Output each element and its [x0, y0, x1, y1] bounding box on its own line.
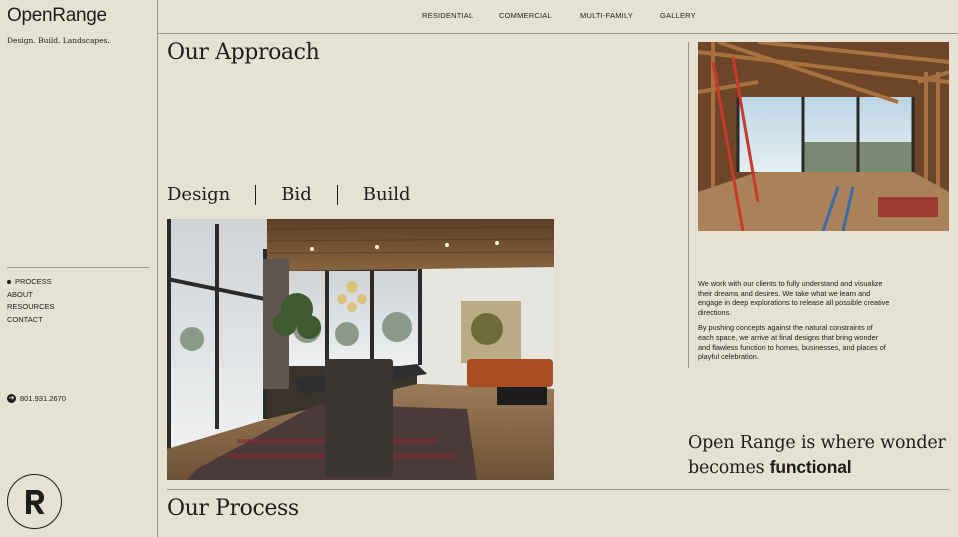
process-steps: Design Bid Build	[167, 184, 411, 205]
column-divider	[688, 42, 689, 368]
step-divider	[336, 184, 338, 205]
sidebar-item-label: ABOUT	[7, 289, 33, 299]
brand-statement-emphasis: functional	[769, 457, 852, 477]
r-monogram-badge[interactable]	[7, 474, 62, 529]
step-divider	[255, 184, 257, 205]
sidebar-item-label: CONTACT	[7, 314, 43, 324]
sidebar-item-resources[interactable]: RESOURCES	[7, 301, 55, 314]
arrow-right-circle-icon: ➜	[7, 394, 16, 403]
sidebar-divider	[7, 267, 149, 268]
approach-paragraph-1: We work with our clients to fully unders…	[698, 279, 890, 317]
sidebar-item-about[interactable]: ABOUT	[7, 289, 55, 302]
brand-statement-line-1: Open Range is where wonder	[688, 433, 946, 453]
step-build: Build	[362, 184, 411, 205]
section-title: Our Approach	[167, 40, 320, 65]
framing-construction-photo	[698, 42, 949, 231]
approach-description: We work with our clients to fully unders…	[698, 279, 890, 368]
nav-residential[interactable]: RESIDENTIAL	[422, 11, 473, 20]
brand-logo[interactable]: OpenRange	[7, 5, 107, 27]
next-section-title: Our Process	[167, 496, 299, 521]
brand-tagline: Design. Build. Landscapes.	[7, 36, 110, 45]
sidebar-item-label: PROCESS	[15, 277, 52, 286]
dining-room-photo	[167, 219, 554, 480]
brand-statement-line-2: becomes functional	[688, 455, 946, 480]
dot-icon	[7, 280, 11, 285]
sidebar: OpenRange Design. Build. Landscapes. PRO…	[0, 0, 158, 537]
step-bid: Bid	[281, 184, 312, 205]
r-monogram-icon	[25, 489, 44, 514]
nav-multi-family[interactable]: MULTI-FAMILY	[580, 11, 633, 20]
phone-number: 801.931.2670	[20, 394, 66, 403]
sidebar-item-process[interactable]: PROCESS	[7, 276, 55, 289]
phone-link[interactable]: ➜ 801.931.2670	[7, 394, 66, 403]
brand-statement-prefix: becomes	[688, 458, 770, 478]
sidebar-item-label: RESOURCES	[7, 302, 55, 311]
nav-gallery[interactable]: GALLERY	[660, 11, 696, 20]
sidebar-item-contact[interactable]: CONTACT	[7, 314, 55, 327]
nav-commercial[interactable]: COMMERCIAL	[499, 11, 552, 20]
top-nav: RESIDENTIAL COMMERCIAL MULTI-FAMILY GALL…	[158, 0, 958, 34]
sidebar-nav: PROCESS ABOUT RESOURCES CONTACT	[7, 276, 55, 326]
approach-paragraph-2: By pushing concepts against the natural …	[698, 323, 886, 362]
section-divider	[167, 489, 949, 490]
step-design: Design	[167, 184, 231, 205]
brand-statement: Open Range is where wonder becomes funct…	[688, 431, 946, 480]
